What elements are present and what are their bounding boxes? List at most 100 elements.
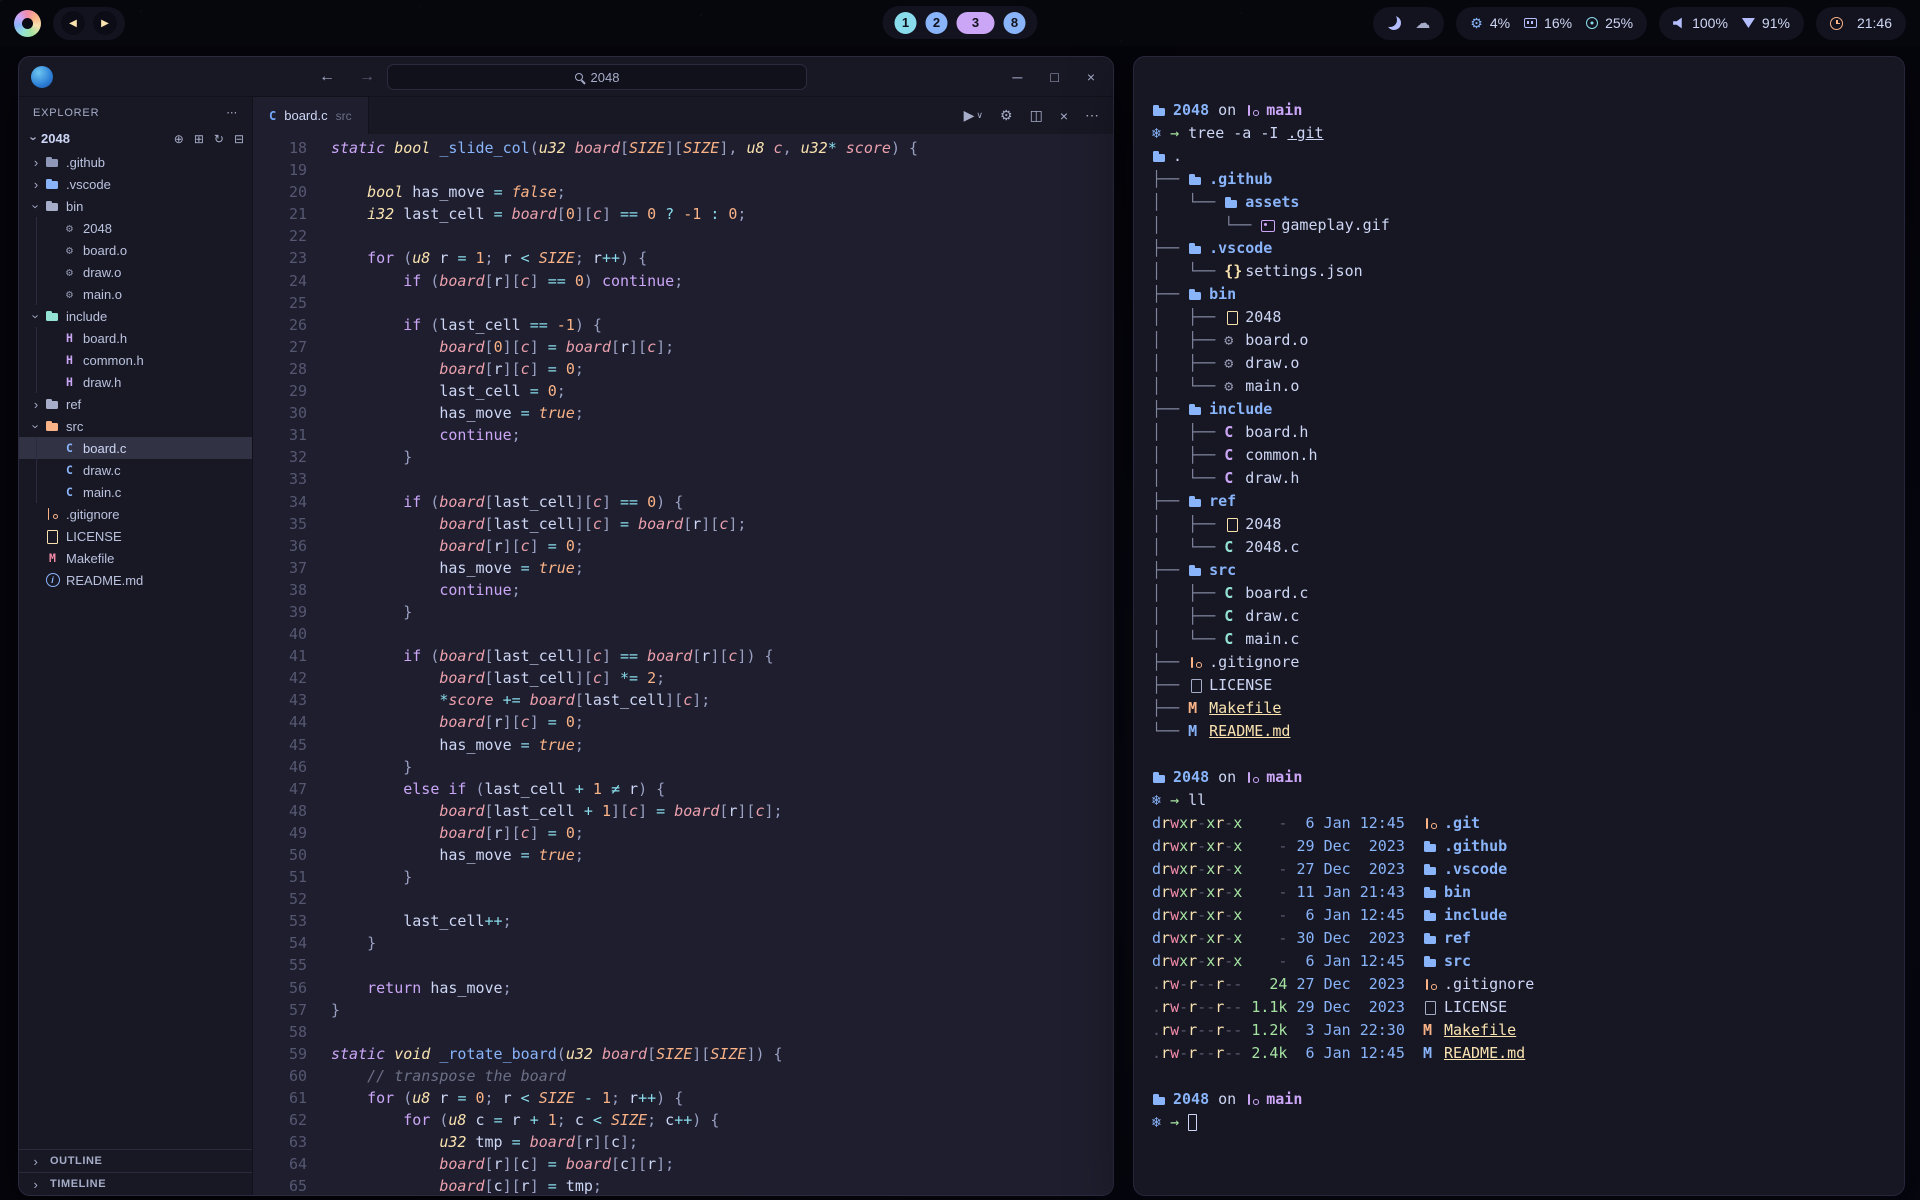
line-number: 38 [253,579,307,601]
weather-widget[interactable]: ☁ [1373,7,1444,40]
explorer-item-board.o[interactable]: ⚙board.o [19,239,252,261]
workspace-2[interactable]: 2 [926,12,948,34]
terminal-window[interactable]: 2048 on main❄ → tree -a -I .git.├── .git… [1133,56,1905,1196]
new-file-icon[interactable]: ⊕ [174,132,184,146]
image-icon [1260,219,1281,233]
split-editor-icon[interactable]: ◫ [1030,107,1043,124]
code-line [331,292,1113,314]
media-prev-button[interactable]: ◀ [61,11,85,35]
close-button[interactable]: × [1087,69,1095,85]
explorer-more-icon[interactable]: ⋯ [226,106,238,119]
code-line: if (board[last_cell][c] == 0) { [331,491,1113,513]
file-icon-slot: H [60,375,79,389]
explorer-item-main.o[interactable]: ⚙main.o [19,283,252,305]
folder-icon [1224,196,1245,210]
gear-icon: ⚙ [62,221,78,235]
explorer-item-.gitignore[interactable]: .gitignore [19,503,252,525]
folder-icon [1188,403,1204,417]
file-icon [1224,311,1240,325]
code-line: for (u8 r = 1; r < SIZE; r++) { [331,247,1113,269]
terminal-line: 2048 on main [1152,99,1890,122]
vscode-window: ← → 2048 ─ □ × EXPLORER ⋯ › 2048 [18,56,1114,1196]
code-line [331,954,1113,976]
terminal-line: │ └── C2048.c [1152,536,1890,559]
vscode-main: EXPLORER ⋯ › 2048 ⊕ ⊞ ↻ ⊟ ›.github›.vsco… [19,97,1113,1195]
line-number: 54 [253,932,307,954]
explorer-item-.github[interactable]: ›.github [19,151,252,173]
branch-icon [1188,656,1204,670]
close-editor-icon[interactable]: × [1060,108,1068,124]
explorer-item-draw.o[interactable]: ⚙draw.o [19,261,252,283]
folder-icon [1188,173,1204,187]
terminal-line: drwxr-xr-x - 29 Dec 2023 .github [1152,835,1890,858]
line-number: 34 [253,491,307,513]
info-icon: i [46,573,60,587]
explorer-item-2048[interactable]: ⚙2048 [19,217,252,239]
explorer-item-common.h[interactable]: Hcommon.h [19,349,252,371]
workspace-switcher: 1238 [883,6,1038,39]
branch-icon [1245,1093,1261,1107]
search-icon [575,73,583,81]
chevron-down-icon: › [29,419,44,433]
code-line: board[r][c] = 0; [331,711,1113,733]
brancho-icon [1423,817,1444,831]
line-number: 60 [253,1065,307,1087]
clock-widget[interactable]: 21:46 [1816,7,1906,40]
volume-stat[interactable]: 100% [1673,15,1728,31]
code-line [331,888,1113,910]
launcher-icon[interactable] [14,10,41,37]
explorer-item-src[interactable]: ›src [19,415,252,437]
media-next-button[interactable]: ▶ [93,11,117,35]
explorer-item-LICENSE[interactable]: LICENSE [19,525,252,547]
workspace-3[interactable]: 3 [957,12,995,34]
explorer-item-ref[interactable]: ›ref [19,393,252,415]
terminal-line [1152,743,1890,766]
minimize-button[interactable]: ─ [1012,69,1022,85]
outline-section[interactable]: › OUTLINE [19,1149,252,1172]
settings-gear-icon[interactable]: ⚙ [1000,107,1013,124]
file-icon [1188,679,1209,693]
tab-board-c[interactable]: C board.c src [253,97,369,134]
command-center-search[interactable]: 2048 [387,64,807,90]
workspace-8[interactable]: 8 [1004,12,1026,34]
c-language-icon: C [269,109,276,123]
maximize-button[interactable]: □ [1050,69,1058,85]
c-letter-icon: C [62,441,78,455]
workspace-1[interactable]: 1 [895,12,917,34]
branch-icon [1245,104,1261,118]
folder-icon [1423,955,1439,969]
explorer-item-include[interactable]: ›include [19,305,252,327]
collapse-all-icon[interactable]: ⊟ [234,132,244,146]
new-folder-icon[interactable]: ⊞ [194,132,204,146]
explorer-item-Makefile[interactable]: MMakefile [19,547,252,569]
explorer-item-.vscode[interactable]: ›.vscode [19,173,252,195]
terminal-line: drwxr-xr-x - 6 Jan 12:45 include [1152,904,1890,927]
explorer-item-README.md[interactable]: iREADME.md [19,569,252,591]
timeline-section[interactable]: › TIMELINE [19,1172,252,1195]
code-editor[interactable]: 1819202122232425262728293031323334353637… [253,134,1113,1195]
wifi-stat[interactable]: 91% [1742,15,1790,31]
explorer-root-folder[interactable]: › 2048 ⊕ ⊞ ↻ ⊟ [19,126,252,151]
file-icon-slot: C [60,485,79,499]
explorer-item-board.c[interactable]: Cboard.c [19,437,252,459]
more-actions-icon[interactable]: ⋯ [1085,107,1099,124]
permissions: drwxr-xr-x [1152,812,1242,835]
run-button[interactable]: ▶∨ [964,107,983,124]
file-icon [1224,518,1240,532]
chevron-right-icon: › [29,177,43,192]
terminal-line: │ └── Cdraw.h [1152,467,1890,490]
explorer-item-bin[interactable]: ›bin [19,195,252,217]
line-number: 36 [253,535,307,557]
explorer-item-draw.c[interactable]: Cdraw.c [19,459,252,481]
line-number: 32 [253,446,307,468]
filey-icon [1224,518,1245,532]
folder-icon [45,199,61,213]
explorer-item-draw.h[interactable]: Hdraw.h [19,371,252,393]
terminal-line: │ └── {}settings.json [1152,260,1890,283]
refresh-icon[interactable]: ↻ [214,132,224,146]
forward-button[interactable]: → [359,68,375,86]
root-folder-label: 2048 [41,131,70,146]
explorer-item-main.c[interactable]: Cmain.c [19,481,252,503]
back-button[interactable]: ← [319,68,335,86]
explorer-item-board.h[interactable]: Hboard.h [19,327,252,349]
